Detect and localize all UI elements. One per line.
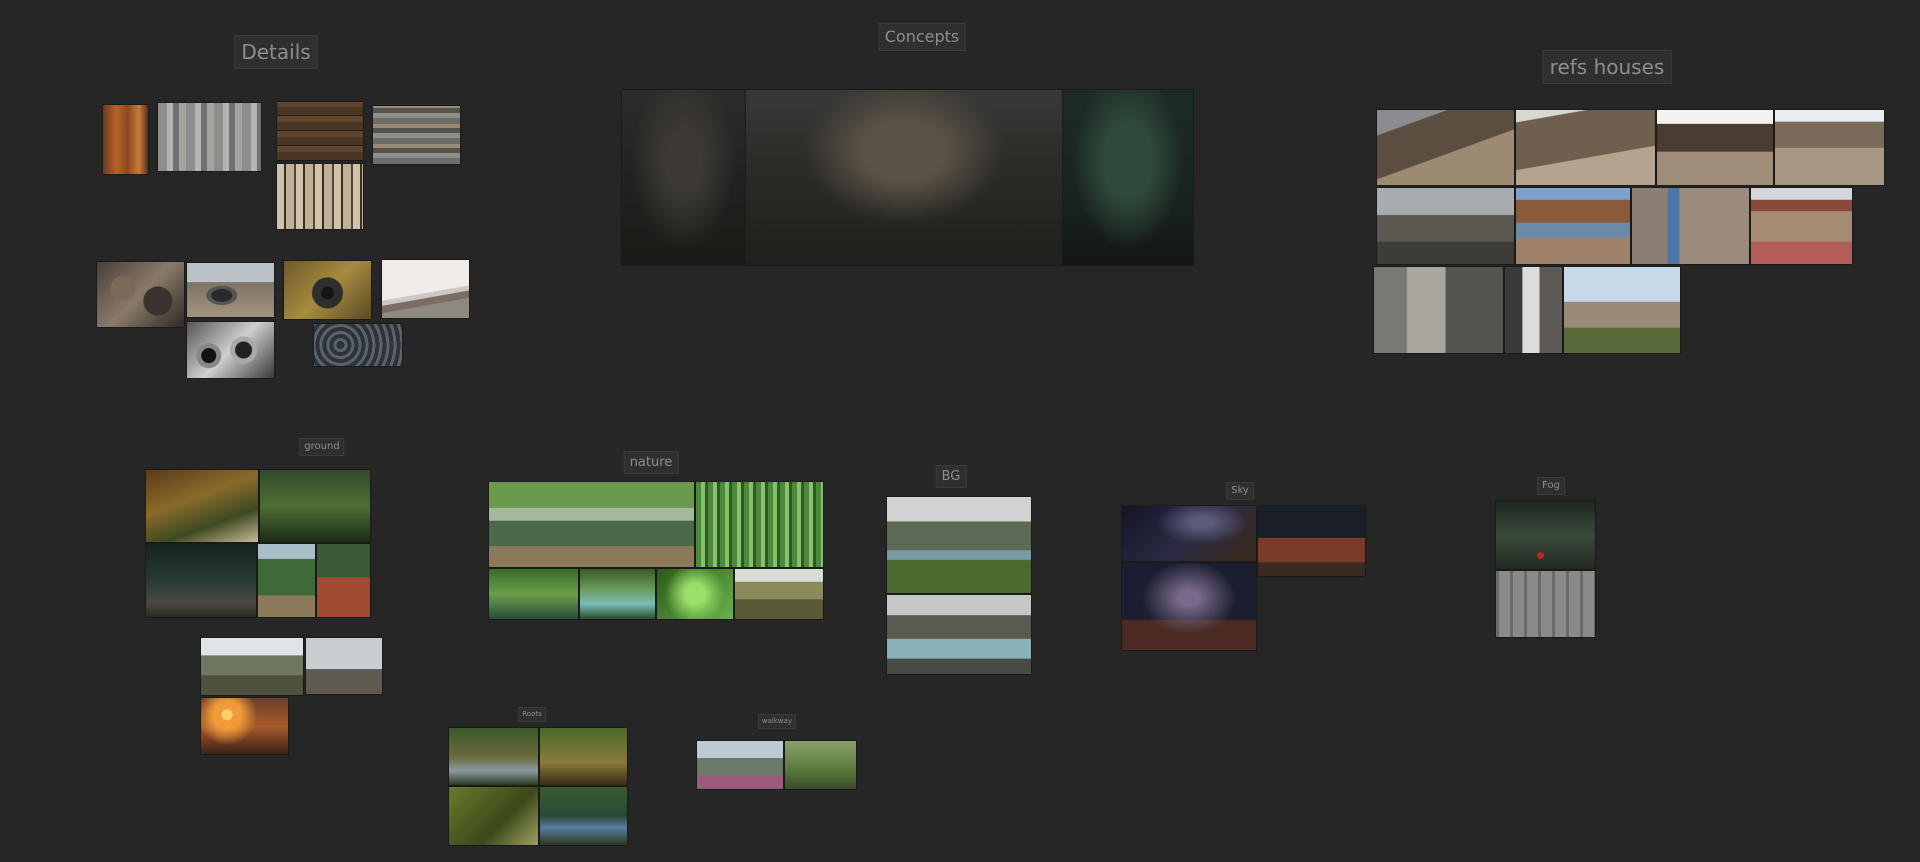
nature-image-turquoise-creek[interactable] — [579, 568, 656, 620]
refs-house-image-11[interactable] — [1563, 266, 1681, 354]
details-image-weathered-wood[interactable] — [157, 102, 262, 172]
ground-image-red-path[interactable] — [316, 543, 371, 618]
walkway-image-mountain-path[interactable] — [696, 740, 784, 790]
details-image-wooden-planks[interactable] — [276, 101, 364, 161]
group-label-nature[interactable]: nature — [623, 451, 679, 474]
details-image-beach-tires[interactable] — [186, 262, 275, 318]
roots-image-4[interactable] — [539, 786, 628, 846]
group-label-fog[interactable]: Fog — [1537, 477, 1565, 495]
group-label-refs-houses[interactable]: refs houses — [1542, 50, 1672, 84]
details-image-grey-boards[interactable] — [372, 105, 461, 165]
walkway-image-forest-trail[interactable] — [784, 740, 857, 790]
ground-image-mossy-floor[interactable] — [145, 469, 259, 543]
refs-house-image-1[interactable] — [1376, 109, 1515, 186]
concept-art-forest-rider[interactable] — [621, 89, 746, 266]
refs-house-image-6[interactable] — [1515, 187, 1631, 265]
ground-image-forest-slope[interactable] — [259, 469, 371, 543]
sky-image-night-cabin[interactable] — [1257, 505, 1366, 577]
details-image-bw-tires[interactable] — [186, 321, 275, 379]
group-label-bg[interactable]: BG — [935, 465, 967, 488]
roots-image-3[interactable] — [448, 786, 539, 846]
ground-image-green-valley[interactable] — [257, 543, 316, 618]
nature-image-lush-foliage[interactable] — [656, 568, 734, 620]
refs-house-image-4[interactable] — [1774, 109, 1885, 186]
sky-image-milky-way-horizon[interactable] — [1121, 562, 1257, 651]
details-image-tire-stack[interactable] — [313, 323, 403, 367]
ground-image-dark-forest-path[interactable] — [145, 543, 257, 618]
fog-image-red-figures[interactable] — [1495, 500, 1596, 570]
refs-house-image-7[interactable] — [1631, 187, 1750, 265]
group-label-ground[interactable]: ground — [299, 438, 345, 456]
refs-house-image-2[interactable] — [1515, 109, 1656, 186]
refs-house-image-3[interactable] — [1656, 109, 1774, 186]
refs-house-image-8[interactable] — [1750, 187, 1853, 265]
details-image-rust-metal[interactable] — [102, 104, 149, 175]
details-image-junk-pile[interactable] — [96, 261, 185, 328]
details-image-vertical-boards[interactable] — [276, 163, 364, 230]
concept-art-green-treehouse[interactable] — [1062, 89, 1194, 266]
concept-art-swamp-house[interactable] — [745, 89, 1063, 266]
nature-image-forest-pond[interactable] — [488, 481, 695, 568]
moodboard-canvas[interactable]: Details Concepts refs houses ground natu… — [0, 0, 1920, 862]
ground-image-rocky-hiker[interactable] — [200, 637, 304, 696]
group-label-roots[interactable]: Roots — [518, 707, 546, 722]
group-label-walkway[interactable]: walkway — [757, 714, 797, 729]
nature-image-green-stream[interactable] — [488, 568, 579, 620]
nature-image-swamp-trees[interactable] — [734, 568, 824, 620]
details-image-plane-wreck[interactable] — [381, 259, 470, 319]
details-image-tire-in-grass[interactable] — [283, 260, 372, 320]
roots-image-1[interactable] — [448, 727, 539, 786]
refs-house-image-9[interactable] — [1373, 266, 1504, 354]
group-label-concepts[interactable]: Concepts — [878, 23, 966, 51]
group-label-sky[interactable]: Sky — [1226, 482, 1254, 500]
bg-image-river-valley[interactable] — [886, 594, 1032, 675]
group-label-details[interactable]: Details — [234, 35, 318, 69]
sky-image-milky-way-trees[interactable] — [1121, 505, 1257, 562]
roots-image-2[interactable] — [539, 727, 628, 786]
nature-image-bamboo-walk[interactable] — [695, 481, 824, 568]
fog-image-misty-trees[interactable] — [1495, 570, 1596, 638]
refs-house-image-5[interactable] — [1376, 187, 1515, 265]
ground-image-foggy-legs[interactable] — [305, 637, 383, 695]
refs-house-image-10[interactable] — [1504, 266, 1563, 354]
ground-image-sunset-puddle[interactable] — [200, 697, 289, 755]
bg-image-mountain-lake[interactable] — [886, 496, 1032, 594]
